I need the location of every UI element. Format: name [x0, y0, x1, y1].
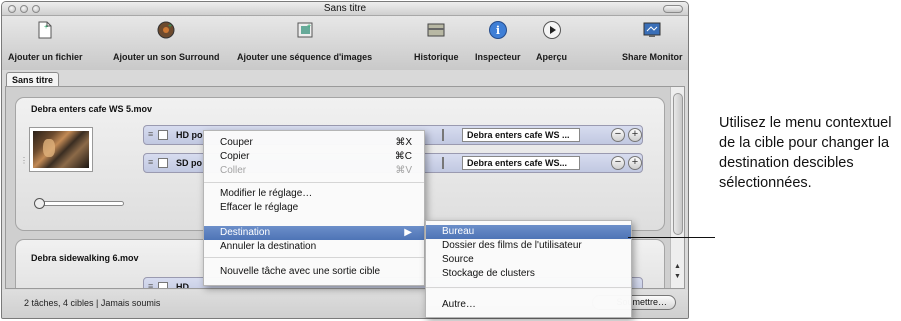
preview-label: Aperçu	[536, 52, 568, 62]
svg-text:+: +	[44, 24, 48, 31]
share-monitor-label: Share Monitor	[622, 52, 683, 62]
title-bar: Sans titre	[2, 2, 688, 16]
target-checkbox[interactable]	[158, 158, 168, 168]
remove-target-icon[interactable]: −	[611, 156, 625, 170]
add-file-icon: +	[35, 20, 55, 40]
target-output-file[interactable]: Debra enters cafe WS...	[462, 156, 580, 170]
submenu-item-desktop[interactable]: Bureau	[426, 225, 631, 239]
tab-sans-titre[interactable]: Sans titre	[6, 72, 60, 87]
remove-target-icon[interactable]: −	[611, 128, 625, 142]
menu-item-paste: Coller ⌘V	[204, 164, 424, 178]
target-setting: HD	[176, 282, 189, 289]
destination-submenu: Bureau Dossier des films de l'utilisateu…	[425, 220, 632, 318]
slider-knob[interactable]	[34, 198, 45, 209]
callout-line	[628, 237, 715, 238]
info-icon: i	[488, 20, 508, 40]
scroll-up-icon[interactable]: ▲	[674, 263, 681, 270]
job-title: Debra sidewalking 6.mov	[31, 253, 139, 263]
column-separator	[442, 157, 444, 169]
row-drag-icon[interactable]: ≡	[148, 281, 153, 288]
menu-item-copy[interactable]: Copier ⌘C	[204, 150, 424, 164]
target-checkbox[interactable]	[158, 282, 168, 288]
svg-text:+: +	[168, 23, 172, 30]
add-file-button[interactable]: + Ajouter un fichier	[8, 20, 83, 62]
menu-item-new-task[interactable]: Nouvelle tâche avec une sortie cible	[204, 265, 424, 279]
add-target-icon[interactable]: +	[628, 156, 642, 170]
row-drag-icon[interactable]: ≡	[148, 157, 153, 167]
menu-item-cancel-destination[interactable]: Annuler la destination	[204, 240, 424, 254]
svg-text:+: +	[307, 23, 311, 30]
inspector-label: Inspecteur	[475, 52, 521, 62]
submenu-item-user-movies[interactable]: Dossier des films de l'utilisateur	[426, 239, 631, 253]
menu-item-destination[interactable]: Destination ▶	[204, 226, 424, 240]
submenu-item-other[interactable]: Autre…	[426, 298, 631, 312]
context-menu: Couper ⌘X Copier ⌘C Coller ⌘V Modifier le r…	[203, 130, 425, 286]
menu-separator	[426, 287, 631, 288]
vertical-scrollbar[interactable]: ▲ ▼	[670, 87, 684, 288]
history-button[interactable]: Historique	[414, 20, 459, 62]
tab-bar: Sans titre	[2, 70, 688, 87]
submenu-item-source[interactable]: Source	[426, 253, 631, 267]
job-title: Debra enters cafe WS 5.mov	[31, 104, 153, 114]
thumbnail-slider[interactable]	[34, 198, 124, 209]
play-icon	[542, 20, 562, 40]
paste-shortcut: ⌘V	[395, 165, 412, 176]
share-monitor-button[interactable]: Share Monitor	[622, 20, 683, 62]
scrollbar-thumb[interactable]	[673, 93, 683, 235]
copy-label: Copier	[220, 151, 250, 162]
menu-separator	[204, 182, 424, 183]
cut-label: Couper	[220, 137, 253, 148]
menu-separator	[204, 257, 424, 258]
menu-item-cut[interactable]: Couper ⌘X	[204, 136, 424, 150]
menu-item-clear-setting[interactable]: Effacer le réglage	[204, 201, 424, 215]
copy-shortcut: ⌘C	[394, 151, 412, 162]
toolbar: + Ajouter un fichier + Ajouter un son Su…	[2, 16, 688, 70]
preview-button[interactable]: Aperçu	[536, 20, 567, 62]
target-output-file[interactable]: Debra enters cafe WS ...	[462, 128, 580, 142]
callout-text: Utilisez le menu contextuel de la cible …	[719, 115, 892, 191]
status-text: 2 tâches, 4 cibles | Jamais soumis	[24, 298, 161, 308]
history-label: Historique	[414, 52, 459, 62]
destination-label: Destination	[220, 227, 271, 238]
close-window-icon[interactable]	[8, 5, 16, 13]
target-checkbox[interactable]	[158, 130, 168, 140]
paste-label: Coller	[220, 165, 247, 176]
toolbar-toggle-icon[interactable]	[663, 5, 683, 13]
add-file-label: Ajouter un fichier	[8, 52, 83, 62]
menu-item-modify-setting[interactable]: Modifier le réglage…	[204, 187, 424, 201]
column-separator	[442, 129, 444, 141]
add-surround-button[interactable]: + Ajouter un son Surround	[113, 20, 220, 62]
cut-shortcut: ⌘X	[395, 137, 412, 148]
minimize-window-icon[interactable]	[20, 5, 28, 13]
submenu-arrow-icon: ▶	[404, 227, 412, 238]
add-target-icon[interactable]: +	[628, 128, 642, 142]
job-thumbnail	[30, 128, 92, 171]
job-grip-icon[interactable]: ⋮	[20, 156, 28, 165]
scroll-down-icon[interactable]: ▼	[674, 273, 681, 280]
svg-text:i: i	[496, 24, 500, 37]
history-drawer-icon	[426, 20, 446, 40]
submenu-item-cluster-storage[interactable]: Stockage de clusters	[426, 267, 631, 281]
zoom-window-icon[interactable]	[32, 5, 40, 13]
add-sequence-button[interactable]: + Ajouter une séquence d'images	[237, 20, 372, 62]
window-title: Sans titre	[323, 3, 367, 14]
target-setting: HD po	[176, 130, 203, 140]
row-drag-icon[interactable]: ≡	[148, 129, 153, 139]
inspector-button[interactable]: i Inspecteur	[475, 20, 521, 62]
monitor-icon	[642, 20, 662, 40]
add-sequence-label: Ajouter une séquence d'images	[237, 52, 373, 62]
surround-sound-icon: +	[156, 20, 176, 40]
image-sequence-icon: +	[295, 20, 315, 40]
add-surround-label: Ajouter un son Surround	[113, 52, 220, 62]
target-setting: SD po	[176, 158, 202, 168]
